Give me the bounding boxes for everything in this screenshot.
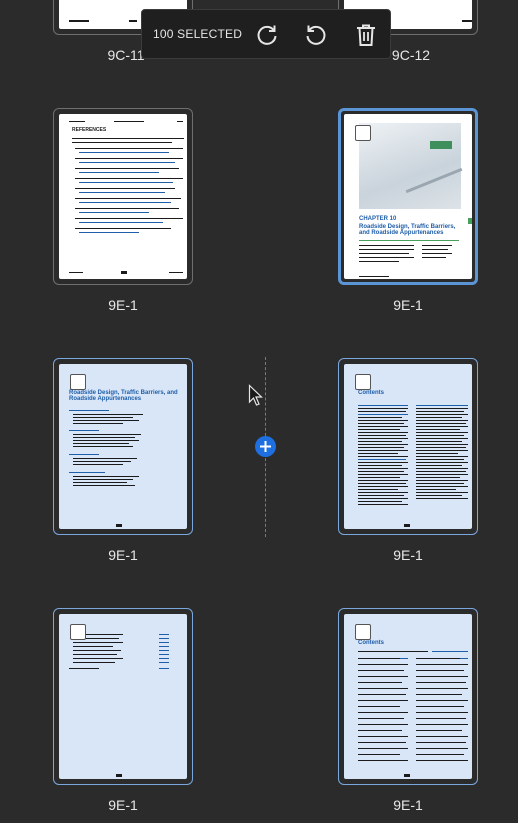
page-checkbox[interactable] xyxy=(70,624,86,640)
chapter-number: CHAPTER 10 xyxy=(359,216,397,222)
rotate-counterclockwise-icon xyxy=(306,25,326,45)
delete-button[interactable] xyxy=(352,21,380,49)
page-checkbox[interactable] xyxy=(355,374,371,390)
page-label: 9E-1 xyxy=(393,797,423,813)
page-thumbnail[interactable]: Contents xyxy=(338,358,478,535)
page-label: 9E-1 xyxy=(393,297,423,313)
page-heading: Contents xyxy=(358,390,384,396)
selection-toolbar: 100 SELECTED xyxy=(141,9,391,59)
trash-icon xyxy=(357,24,375,46)
page-label: 9E-1 xyxy=(393,547,423,563)
selected-count: 100 SELECTED xyxy=(153,27,243,41)
page-thumbnail[interactable]: Contents xyxy=(338,608,478,785)
plus-icon xyxy=(260,441,271,452)
page-label: 9E-1 xyxy=(108,547,138,563)
page-thumbnail[interactable]: Roadside Design, Traffic Barriers, and R… xyxy=(53,358,193,535)
rotate-clockwise-icon xyxy=(257,25,277,45)
page-checkbox[interactable] xyxy=(355,624,371,640)
page-heading: Contents xyxy=(358,640,384,646)
chapter-title: Roadside Design, Traffic Barriers, and R… xyxy=(359,224,456,237)
page-thumbnail[interactable] xyxy=(53,608,193,785)
page-preview: REFERENCES xyxy=(59,114,187,279)
insert-page-button[interactable] xyxy=(255,436,276,457)
page-thumbnail[interactable]: REFERENCES xyxy=(53,108,193,285)
rotate-clockwise-button[interactable] xyxy=(253,21,281,49)
page-label: 9E-1 xyxy=(108,297,138,313)
page-label: 9E-1 xyxy=(108,797,138,813)
page-heading: REFERENCES xyxy=(72,127,107,133)
mouse-cursor-icon xyxy=(248,384,263,406)
page-checkbox[interactable] xyxy=(355,125,371,141)
rotate-counterclockwise-button[interactable] xyxy=(302,21,330,49)
page-checkbox[interactable] xyxy=(70,374,86,390)
page-heading: Roadside Design, Traffic Barriers, and R… xyxy=(69,390,178,403)
page-thumbnail-focused[interactable]: CHAPTER 10 Roadside Design, Traffic Barr… xyxy=(338,108,478,285)
